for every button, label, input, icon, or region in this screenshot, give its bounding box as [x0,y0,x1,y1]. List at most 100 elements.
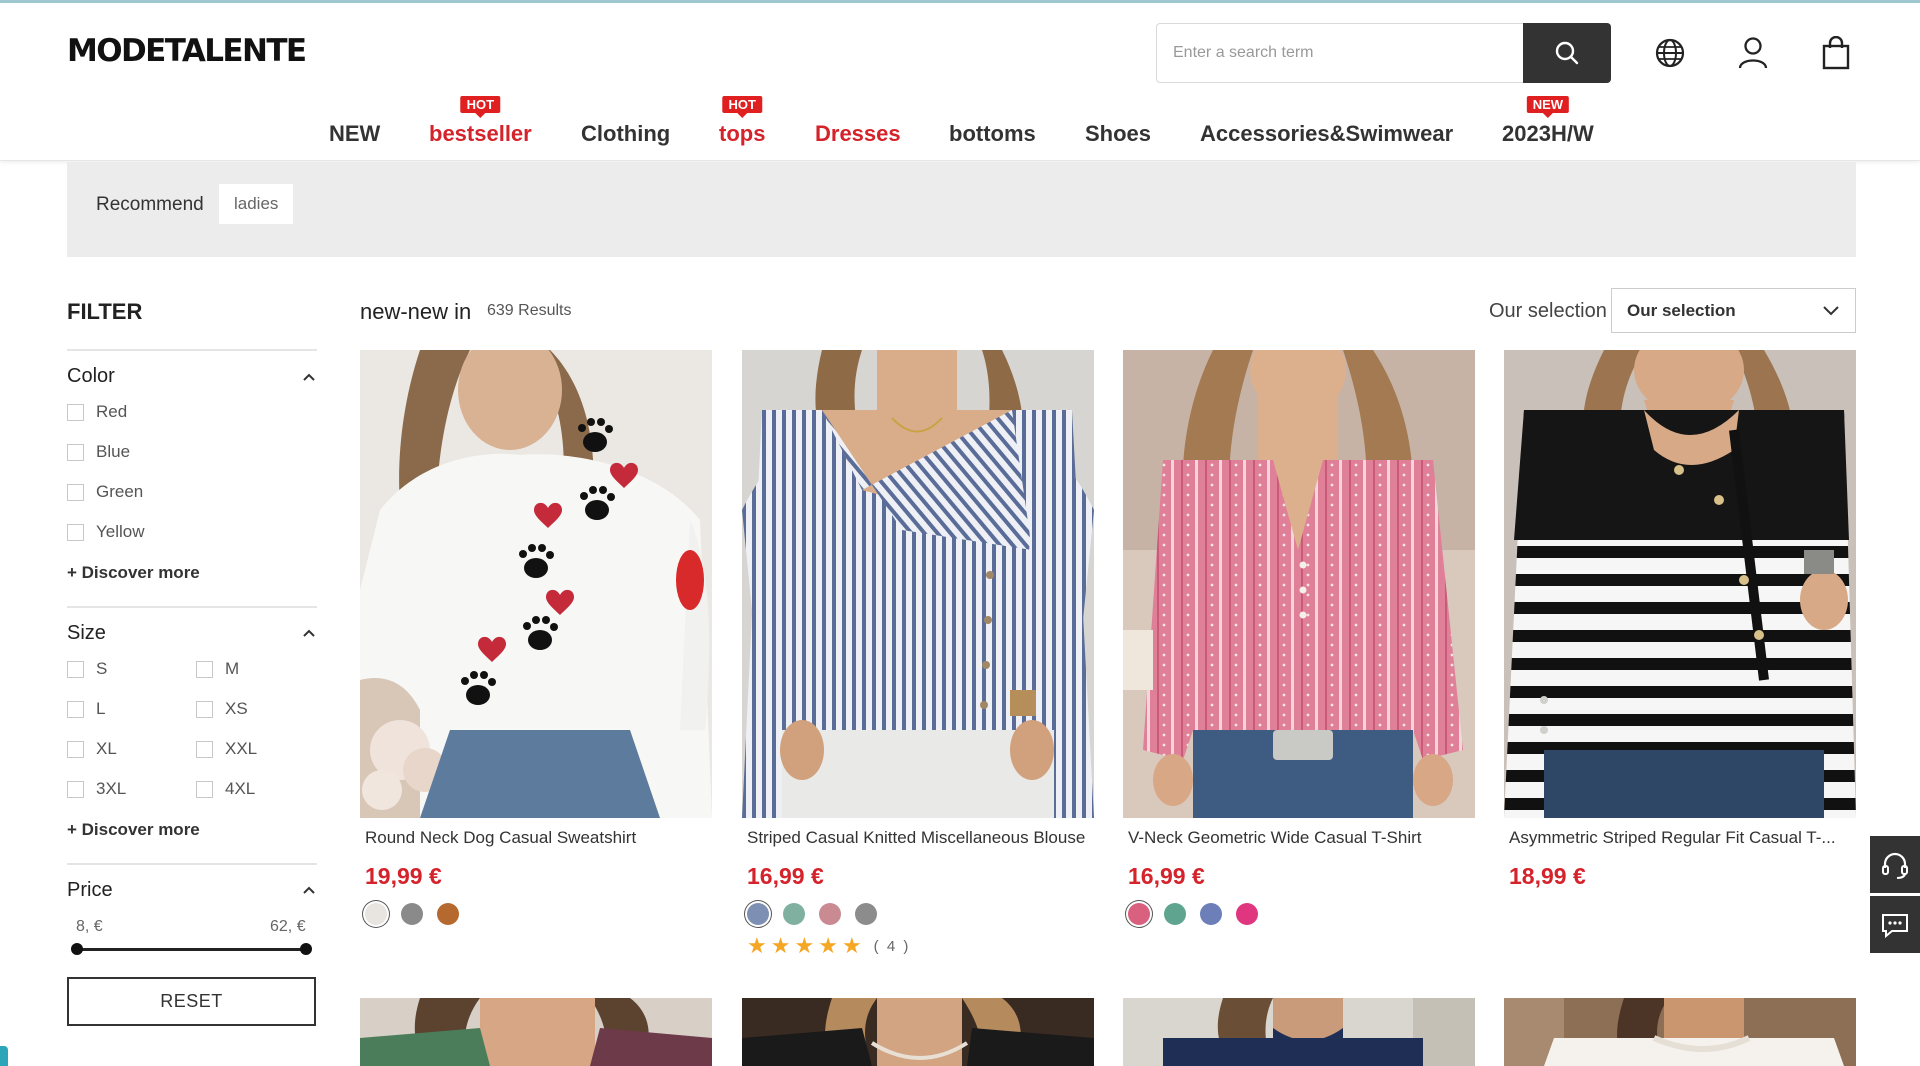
product-image[interactable] [742,350,1094,818]
product-rating: ★ ★ ★ ★ ★ ( 4 ) [742,935,1094,957]
nav-item-accessories-swimwear[interactable]: Accessories&Swimwear [1200,121,1453,147]
size-option-m[interactable]: M [196,659,239,679]
product-name[interactable]: Striped Casual Knitted Miscellaneous Blo… [742,828,1087,848]
product-card[interactable] [1504,998,1856,1066]
nav-item-new[interactable]: NEW [329,121,380,147]
account-button[interactable] [1731,31,1775,75]
product-image[interactable] [360,998,712,1066]
product-card[interactable] [1123,998,1475,1066]
color-swatch[interactable] [437,903,459,925]
checkbox[interactable] [67,700,84,718]
product-card[interactable]: Striped Casual Knitted Miscellaneous Blo… [742,350,1094,957]
chevron-up-icon[interactable] [302,883,316,897]
price-slider-min-handle[interactable] [71,943,83,955]
checkbox[interactable] [67,403,84,421]
color-swatch[interactable] [1164,903,1186,925]
color-option-green[interactable]: Green [67,482,143,502]
size-option-4xl[interactable]: 4XL [196,779,255,799]
product-image[interactable] [1504,350,1856,818]
product-price: 19,99 € [365,863,442,889]
checkbox[interactable] [67,740,84,758]
checkbox[interactable] [67,660,84,678]
nav-item-clothing[interactable]: Clothing [581,121,670,147]
chevron-up-icon[interactable] [302,370,316,384]
color-swatch[interactable] [783,903,805,925]
nav-item-dresses[interactable]: Dresses [815,121,901,147]
color-option-blue[interactable]: Blue [67,442,130,462]
checkbox[interactable] [196,700,213,718]
product-card[interactable]: Asymmetric Striped Regular Fit Casual T-… [1504,350,1856,890]
color-option-red[interactable]: Red [67,402,127,422]
sort-dropdown[interactable]: Our selection [1611,288,1856,333]
divider [67,349,317,351]
divider [67,606,317,608]
color-filter-title[interactable]: Color [67,365,115,388]
size-option-s[interactable]: S [67,659,107,679]
color-option-yellow[interactable]: Yellow [67,522,145,542]
size-option-xxl[interactable]: XXL [196,739,257,759]
size-option-l[interactable]: L [67,699,105,719]
chat-button[interactable] [1870,896,1920,953]
checkbox[interactable] [67,483,84,501]
size-option-xl[interactable]: XL [67,739,117,759]
color-swatch[interactable] [855,903,877,925]
color-swatch[interactable] [401,903,423,925]
size-option-3xl[interactable]: 3XL [67,779,126,799]
color-swatch[interactable] [1200,903,1222,925]
checkbox[interactable] [67,780,84,798]
checkbox[interactable] [67,443,84,461]
product-price: 16,99 € [1128,863,1205,889]
corner-tab[interactable] [0,1046,8,1066]
price-filter-title[interactable]: Price [67,879,113,902]
product-card[interactable]: Round Neck Dog Casual Sweatshirt 19,99 € [360,350,712,925]
site-logo[interactable]: MODETALENTE [67,33,307,69]
language-button[interactable] [1648,31,1692,75]
price-min-label: 8, € [76,918,103,935]
size-filter-title[interactable]: Size [67,622,106,645]
search-button[interactable] [1523,23,1611,83]
result-count: 639 Results [487,302,572,319]
product-card[interactable] [360,998,712,1066]
product-card[interactable] [742,998,1094,1066]
price-slider-max-handle[interactable] [300,943,312,955]
search-input[interactable] [1156,23,1523,83]
color-swatches [1123,903,1475,925]
chevron-up-icon[interactable] [302,626,316,640]
cart-button[interactable] [1814,31,1858,75]
color-swatch[interactable] [365,903,387,925]
color-swatch[interactable] [1236,903,1258,925]
checkbox[interactable] [67,523,84,541]
nav-item-bestseller[interactable]: HOT bestseller [429,96,532,147]
product-image[interactable] [1504,998,1856,1066]
checkbox[interactable] [196,780,213,798]
price-slider-track[interactable] [76,948,306,951]
product-name[interactable]: Round Neck Dog Casual Sweatshirt [360,828,705,848]
color-swatch[interactable] [819,903,841,925]
hot-badge: HOT [460,96,501,113]
color-discover-more[interactable]: + Discover more [67,563,200,583]
recommend-tag-ladies[interactable]: ladies [219,184,294,224]
product-card[interactable]: V-Neck Geometric Wide Casual T-Shirt 16,… [1123,350,1475,925]
product-name[interactable]: V-Neck Geometric Wide Casual T-Shirt [1123,828,1468,848]
nav-item-shoes[interactable]: Shoes [1085,121,1151,147]
chevron-down-icon [1823,305,1839,315]
nav-item-2023hw[interactable]: NEW 2023H/W [1502,96,1594,147]
color-swatch[interactable] [747,903,769,925]
customer-service-button[interactable] [1870,836,1920,893]
product-name[interactable]: Asymmetric Striped Regular Fit Casual T-… [1504,828,1849,848]
review-count: ( 4 ) [873,937,911,955]
reset-button[interactable]: RESET [67,977,316,1026]
size-option-xs[interactable]: XS [196,699,248,719]
color-swatch[interactable] [1128,903,1150,925]
product-image[interactable] [360,350,712,818]
product-image[interactable] [1123,998,1475,1066]
checkbox[interactable] [196,660,213,678]
sort-label: Our selection [1489,300,1607,322]
product-image[interactable] [1123,350,1475,818]
nav-item-bottoms[interactable]: bottoms [949,121,1036,147]
search-icon [1555,41,1579,65]
checkbox[interactable] [196,740,213,758]
size-discover-more[interactable]: + Discover more [67,820,200,840]
nav-item-tops[interactable]: HOT tops [719,96,765,147]
product-image[interactable] [742,998,1094,1066]
